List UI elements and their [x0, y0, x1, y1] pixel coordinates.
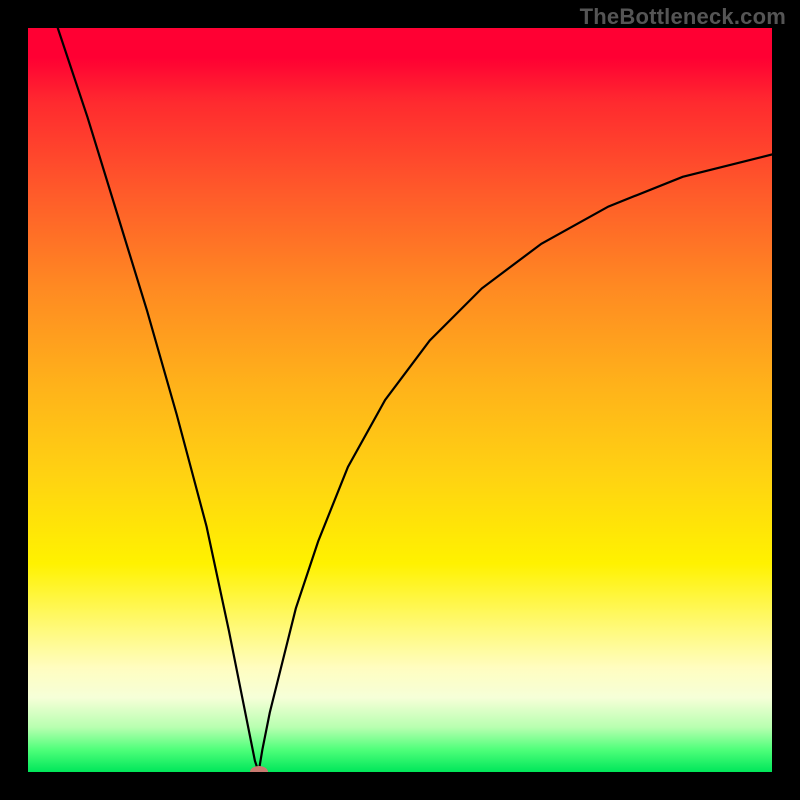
curve-right-branch	[259, 154, 772, 772]
curve-left-branch	[58, 28, 259, 772]
plot-area	[28, 28, 772, 772]
chart-frame: TheBottleneck.com	[0, 0, 800, 800]
minimum-marker	[250, 766, 268, 772]
curve-svg	[28, 28, 772, 772]
watermark-text: TheBottleneck.com	[580, 4, 786, 30]
